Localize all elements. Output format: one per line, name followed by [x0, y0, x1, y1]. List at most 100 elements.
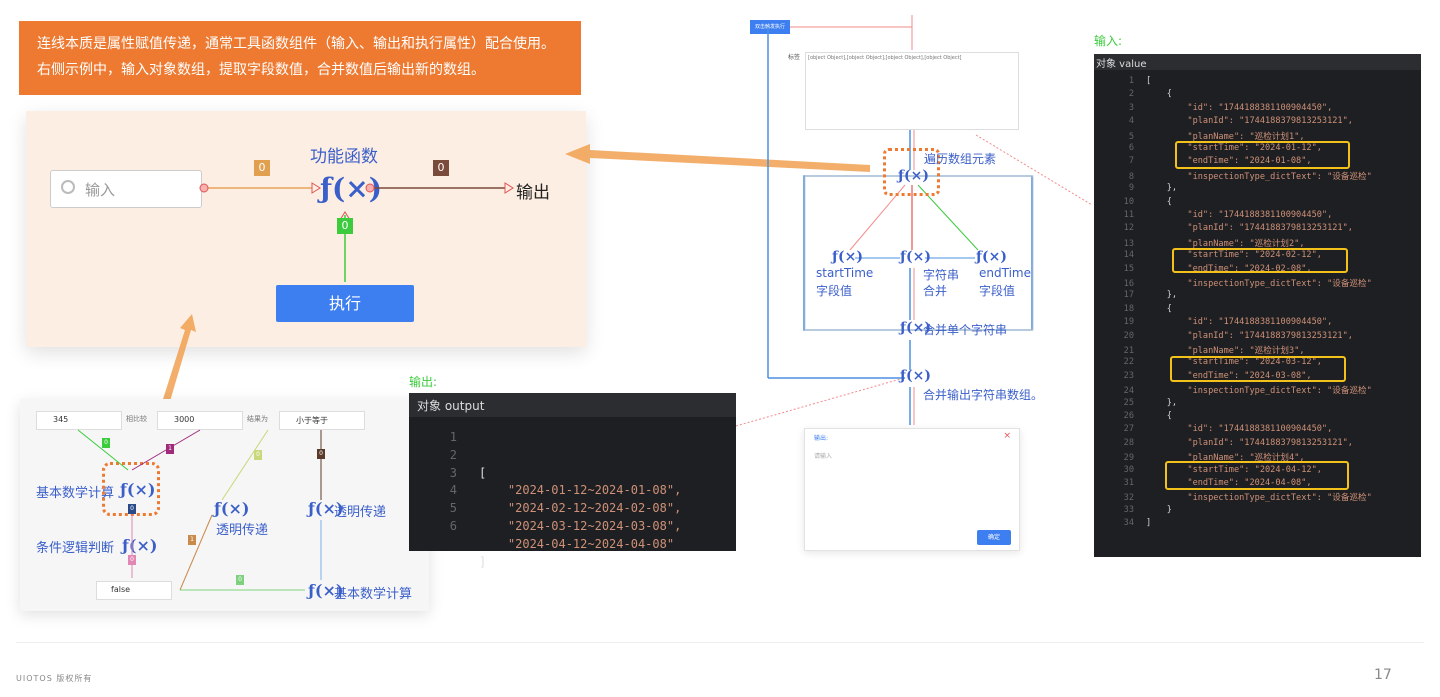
code-text: "planId": "1744188379813253121",: [1146, 330, 1353, 341]
input-code-line: 11 "id": "1744188381100904450",: [1094, 210, 1421, 223]
code-text: },: [1146, 183, 1178, 194]
input-code-line: 26 {: [1094, 411, 1421, 424]
line-number: 31: [1123, 478, 1134, 488]
code-text: "planId": "1744188379813253121",: [1146, 116, 1353, 127]
line-number: 19: [1123, 317, 1134, 328]
code-text: ]: [1146, 518, 1152, 529]
start-function-icon[interactable]: ƒ(×): [832, 249, 863, 265]
input-code-line: 27 "id": "1744188381100904450",: [1094, 424, 1421, 437]
input-code-line: 1[: [1094, 76, 1421, 89]
code-text: "id": "1744188381100904450",: [1146, 424, 1333, 435]
line-number: 4: [1128, 116, 1134, 127]
line-number: 3: [1128, 102, 1134, 113]
highlight-1: [1175, 141, 1350, 169]
code-text: "id": "1744188381100904450",: [1146, 317, 1333, 328]
input-code-line: 16 "inspectionType_dictText": "设备巡检": [1094, 277, 1421, 290]
line-number: 16: [1123, 279, 1134, 289]
iterate-label: 遍历数组元素: [924, 152, 997, 166]
confirm-button[interactable]: 确定: [977, 530, 1011, 545]
line-number: 33: [1123, 504, 1134, 515]
code-text: }: [1146, 504, 1172, 515]
code-text: {: [1146, 196, 1172, 207]
highlight-4: [1165, 461, 1349, 490]
line-number: 12: [1123, 223, 1134, 234]
input-code-line: 4 "planId": "1744188379813253121",: [1094, 116, 1421, 129]
code-text: },: [1146, 397, 1178, 408]
code-text: "inspectionType_dictText": "设备巡检": [1146, 171, 1372, 182]
line-number: 25: [1123, 397, 1134, 408]
line-number: 34: [1123, 518, 1134, 529]
line-number: 27: [1123, 424, 1134, 435]
code-text: {: [1146, 303, 1172, 314]
line-number: 28: [1123, 437, 1134, 448]
line-number: 32: [1123, 493, 1134, 504]
line-number: 2: [1128, 89, 1134, 100]
input-code-line: 25 },: [1094, 398, 1421, 411]
page-number: 17: [1374, 667, 1392, 683]
line-number: 20: [1123, 330, 1134, 341]
end-label: endTime: [979, 266, 1031, 280]
input-code-line: 28 "planId": "1744188379813253121",: [1094, 438, 1421, 451]
code-text: {: [1146, 411, 1172, 421]
merge-single-label: 合并单个字符串: [923, 323, 1008, 337]
concat-sub: 合并: [923, 284, 948, 298]
input-editor-header: 对象 value: [1094, 54, 1421, 70]
input-code-line: 24 "inspectionType_dictText": "设备巡检": [1094, 384, 1421, 397]
line-number: 6: [1128, 143, 1134, 153]
line-number: 1: [1128, 76, 1134, 86]
merge-output-function-icon[interactable]: ƒ(×): [900, 368, 931, 384]
start-sub: 字段值: [816, 284, 853, 298]
highlight-3: [1170, 356, 1346, 382]
line-number: 21: [1123, 346, 1134, 356]
line-number: 8: [1128, 171, 1134, 182]
end-sub: 字段值: [979, 284, 1016, 298]
input-code-line: 20 "planId": "1744188379813253121",: [1094, 331, 1421, 344]
code-text: "id": "1744188381100904450",: [1146, 102, 1333, 113]
input-code-line: 8 "inspectionType_dictText": "设备巡检": [1094, 170, 1421, 183]
line-number: 10: [1123, 196, 1134, 207]
concat-function-icon[interactable]: ƒ(×): [900, 249, 931, 265]
concat-label: 字符串: [923, 268, 960, 282]
copyright: UIOTOS 版权所有: [16, 674, 93, 683]
input-code-line: 17 },: [1094, 290, 1421, 303]
line-number: 22: [1123, 357, 1134, 368]
close-icon[interactable]: ×: [1003, 431, 1011, 441]
input-code-line: 19 "id": "1744188381100904450",: [1094, 317, 1421, 330]
line-number: 18: [1123, 303, 1134, 314]
code-text: "planId": "1744188379813253121",: [1146, 437, 1353, 448]
highlight-2: [1172, 248, 1348, 273]
code-text: "inspectionType_dictText": "设备巡检": [1146, 493, 1372, 504]
code-text: "inspectionType_dictText": "设备巡检": [1146, 386, 1372, 397]
end-function-icon[interactable]: ƒ(×): [976, 249, 1007, 265]
input-code-line: 9 },: [1094, 183, 1421, 196]
line-number: 30: [1123, 464, 1134, 475]
input-code-line: 33 }: [1094, 505, 1421, 518]
input-code-line: 2 {: [1094, 89, 1421, 102]
input-code-line: 18 {: [1094, 304, 1421, 317]
line-number: 24: [1123, 386, 1134, 397]
line-number: 15: [1123, 263, 1134, 274]
line-number: 7: [1128, 156, 1134, 167]
input-code-line: 3 "id": "1744188381100904450",: [1094, 103, 1421, 116]
line-number: 23: [1123, 370, 1134, 381]
line-number: 9: [1128, 183, 1134, 194]
code-text: "planId": "1744188379813253121",: [1146, 223, 1353, 234]
footer-divider: [16, 642, 1424, 643]
code-text: "id": "1744188381100904450",: [1146, 210, 1333, 220]
code-text: {: [1146, 89, 1172, 100]
start-label: startTime: [816, 266, 874, 280]
code-text: "planName": "巡检计划3",: [1146, 346, 1305, 356]
input-code-line: 10 {: [1094, 197, 1421, 210]
line-number: 26: [1123, 411, 1134, 421]
iterate-function-icon[interactable]: ƒ(×): [898, 168, 929, 184]
code-text: },: [1146, 290, 1178, 301]
input-code-line: 12 "planId": "1744188379813253121",: [1094, 223, 1421, 236]
code-text: [: [1146, 76, 1152, 86]
input-code-line: 32 "inspectionType_dictText": "设备巡检": [1094, 491, 1421, 504]
input-code-line: 34]: [1094, 518, 1421, 531]
line-number: 29: [1123, 453, 1134, 464]
merge-output-label: 合并输出字符串数组。: [923, 388, 1044, 402]
line-number: 11: [1123, 210, 1134, 220]
line-number: 5: [1128, 131, 1134, 142]
dialog-input[interactable]: 请输入: [814, 451, 832, 460]
